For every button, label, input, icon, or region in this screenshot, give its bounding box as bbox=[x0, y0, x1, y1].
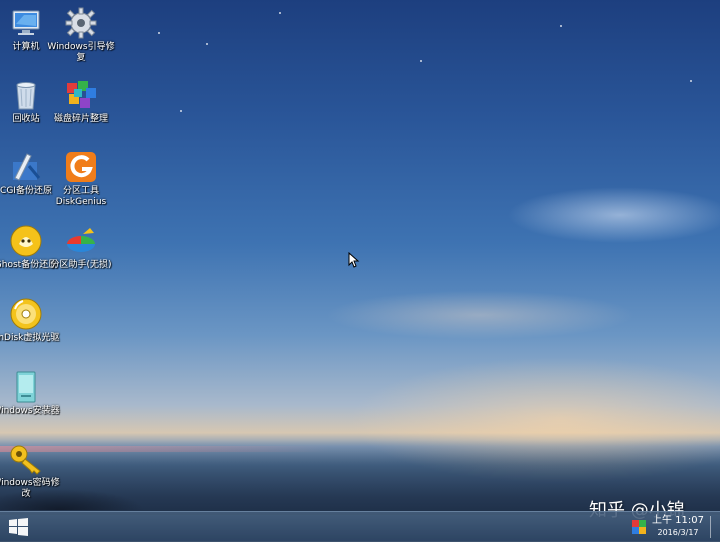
icon-label: 分区助手(无损) bbox=[50, 260, 112, 270]
desktop-icon-diskgenius[interactable]: 分区工具DiskGenius bbox=[46, 150, 116, 208]
ghost-icon bbox=[10, 225, 42, 257]
network-flag-icon[interactable] bbox=[632, 520, 646, 534]
icon-label: Windows引导修复 bbox=[47, 42, 115, 63]
cgi-backup-icon bbox=[13, 153, 41, 181]
desktop-icon-partition-assistant[interactable]: 分区助手(无损) bbox=[46, 224, 116, 271]
star bbox=[279, 12, 281, 14]
star bbox=[158, 32, 160, 34]
mouse-pointer-icon bbox=[348, 252, 360, 268]
computer-icon bbox=[12, 10, 40, 35]
taskbar-clock[interactable]: 上午 11:07 2016/3/17 bbox=[652, 514, 704, 539]
icon-label: ImDisk虚拟光驱 bbox=[0, 333, 60, 343]
key-icon bbox=[10, 445, 41, 475]
desktop-icon-windows-installer[interactable]: Windows安装器 bbox=[0, 370, 61, 417]
windows-logo-icon bbox=[9, 518, 28, 536]
windows-installer-icon bbox=[16, 371, 36, 403]
diskgenius-icon bbox=[66, 152, 96, 182]
defrag-cubes-icon bbox=[67, 81, 96, 108]
star bbox=[690, 80, 692, 82]
clock-time: 上午 11:07 bbox=[652, 515, 704, 526]
icon-label: 磁盘碎片整理 bbox=[53, 114, 108, 124]
desktop-icon-defrag[interactable]: 磁盘碎片整理 bbox=[46, 78, 116, 125]
partition-assistant-icon bbox=[67, 228, 95, 252]
desktop-icon-imdisk[interactable]: ImDisk虚拟光驱 bbox=[0, 297, 61, 344]
recycle-bin-icon bbox=[16, 82, 36, 110]
icon-label: Windows安装器 bbox=[0, 406, 60, 416]
taskbar: 上午 11:07 2016/3/17 bbox=[0, 511, 720, 542]
clock-date: 2016/3/17 bbox=[657, 528, 699, 537]
star bbox=[180, 110, 182, 112]
show-desktop-button[interactable] bbox=[710, 516, 719, 538]
star bbox=[206, 43, 208, 45]
desktop-icon-windows-password[interactable]: Windows密码修改 bbox=[0, 442, 61, 500]
start-button[interactable] bbox=[4, 516, 32, 538]
icon-label: 分区工具DiskGenius bbox=[55, 186, 107, 207]
star bbox=[560, 25, 562, 27]
desktop-icon-windows-boot-repair[interactable]: Windows引导修复 bbox=[46, 6, 116, 64]
virtual-disc-icon bbox=[10, 298, 42, 330]
star bbox=[420, 60, 422, 62]
gear-icon bbox=[65, 7, 97, 39]
icon-label: Windows密码修改 bbox=[0, 478, 60, 499]
